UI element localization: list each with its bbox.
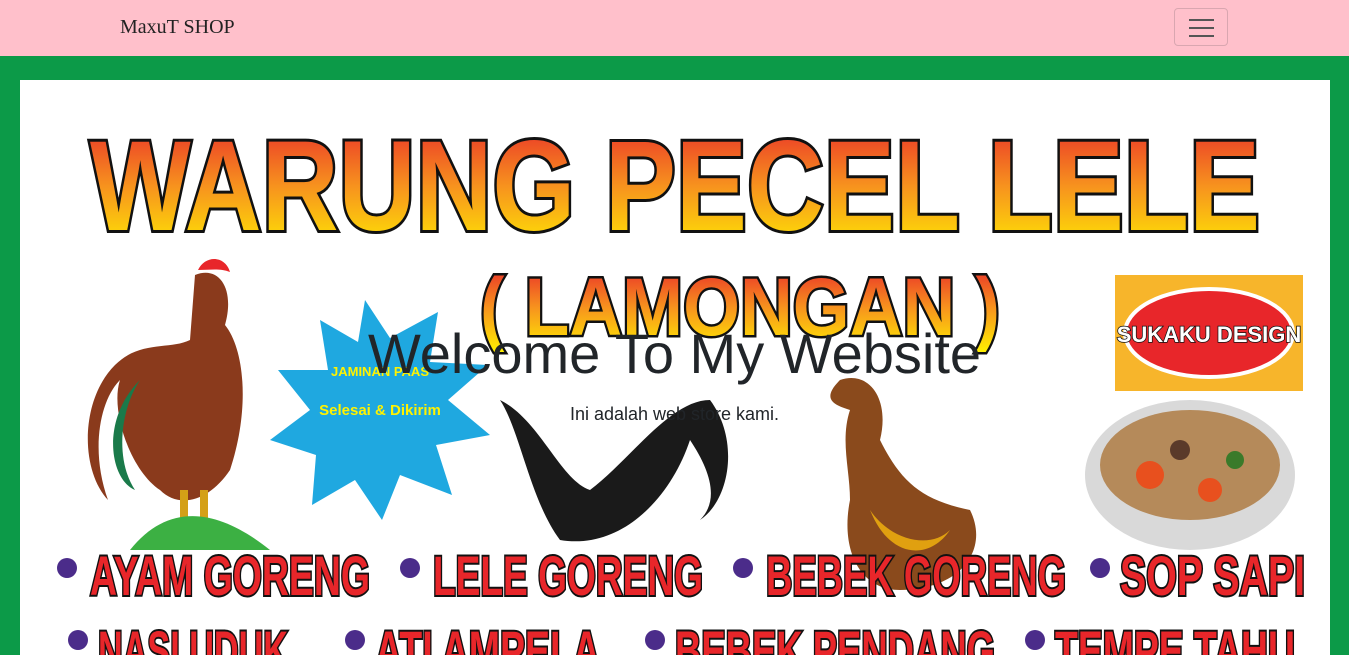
menu-item-5: NASI UDUK [98,619,288,655]
navbar: MaxuT SHOP [0,0,1349,56]
menu-row-2: NASI UDUK ATI AMPELA BEBEK PENDANG TEMPE… [68,617,1297,655]
menu-item-7: BEBEK PENDANG [675,619,995,655]
hero-title: Welcome To My Website [367,322,982,385]
menu-item-3: BEBEK GORENG [766,544,1066,607]
navbar-toggle-button[interactable] [1174,8,1228,46]
hamburger-icon [1189,19,1214,21]
hero-subtitle: Ini adalah web store kami. [569,404,780,424]
menu-row-1: AYAM GORENG LELE GORENG BEBEK GORENG SOP… [57,542,1307,609]
menu-item-6: ATI AMPELA [375,619,600,655]
menu-item-2: LELE GORENG [433,544,703,607]
menu-item-1: AYAM GORENG [90,544,370,607]
headline-text: WARUNG PECEL LELE [90,115,1260,258]
menu-item-4: SOP SAPI [1120,544,1305,607]
brand-link[interactable]: MaxuT SHOP [120,16,235,39]
menu-item-8: TEMPE TAHU [1055,619,1295,655]
